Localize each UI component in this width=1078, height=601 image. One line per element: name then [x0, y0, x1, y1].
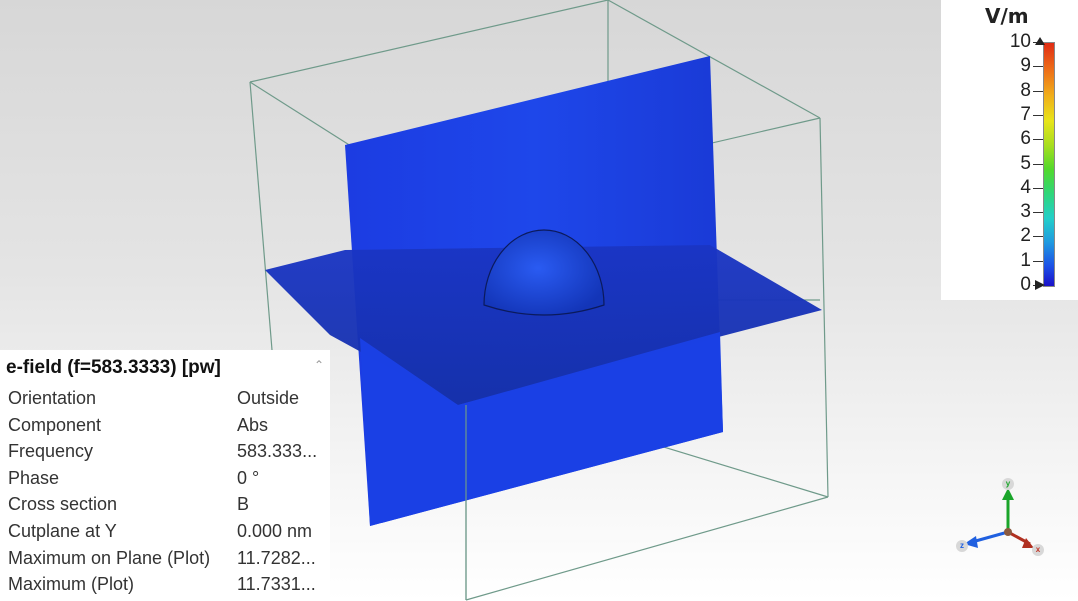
axis-label-y: y	[1002, 478, 1014, 490]
property-row: Phase 0 °	[0, 466, 330, 492]
legend-tick-label: 9	[1020, 55, 1031, 77]
legend-min-arrow-icon	[1035, 280, 1045, 290]
property-value: B	[237, 494, 250, 515]
legend-tick-mark	[1033, 163, 1043, 165]
legend-tick-mark	[1033, 260, 1043, 262]
property-value: Abs	[237, 414, 269, 435]
legend-max-arrow-icon	[1035, 37, 1045, 45]
property-key: Maximum (Plot)	[8, 574, 135, 595]
axis-label-x: x	[1032, 544, 1044, 556]
legend-tick-label: 2	[1020, 225, 1031, 247]
property-key: Maximum on Plane (Plot)	[8, 547, 211, 568]
property-row: Cross section B	[0, 492, 330, 518]
property-key: Component	[8, 414, 102, 435]
panel-title: e-field (f=583.3333) [pw]	[6, 357, 221, 378]
property-row: Frequency 583.333...	[0, 439, 330, 465]
property-key: Cutplane at Y	[8, 521, 117, 541]
property-row: Maximum on Plane (Plot) 11.7282...	[0, 546, 330, 572]
legend-tick-label: 0	[1020, 274, 1031, 295]
property-value: 11.7331...	[237, 574, 316, 595]
legend-tick-mark	[1033, 139, 1043, 141]
legend-tick-mark	[1033, 236, 1043, 238]
property-key: Cross section	[8, 494, 118, 515]
legend-tick-label: 5	[1020, 152, 1031, 174]
legend-tick-mark	[1033, 114, 1043, 116]
legend-tick-label: 4	[1020, 176, 1031, 198]
property-key: Phase	[8, 467, 60, 488]
property-row: Component Abs	[0, 413, 330, 439]
legend-tick-label: 1	[1020, 249, 1031, 271]
legend-tick-mark	[1033, 187, 1043, 189]
axes-triad[interactable]: y z x	[950, 470, 1050, 565]
property-key: Orientation	[8, 388, 97, 408]
property-value: 583.333...	[237, 441, 318, 462]
property-row: Cutplane at Y 0.000 nm	[0, 519, 330, 545]
legend-unit: V/m	[985, 4, 1029, 28]
legend-tick-label: 8	[1020, 79, 1031, 101]
color-legend: V/m 10 9 8 7 6 5 4 3 2 1 0	[941, 0, 1078, 300]
axis-label-z: z	[956, 540, 968, 552]
property-value: 11.7282...	[237, 547, 316, 568]
legend-tick-label: 7	[1020, 103, 1031, 125]
legend-tick-label: 10	[1009, 31, 1031, 52]
legend-tick-mark	[1033, 66, 1043, 68]
collapse-chevron-icon[interactable]: ⌃	[314, 358, 324, 372]
property-row: Orientation Outside	[0, 386, 330, 412]
property-value: 0 °	[237, 467, 260, 488]
legend-color-bar	[1043, 42, 1055, 287]
property-value: 0.000 nm	[237, 521, 313, 541]
legend-tick-label: 3	[1020, 201, 1031, 223]
property-value: Outside	[237, 388, 300, 408]
property-key: Frequency	[8, 441, 94, 462]
legend-tick-label: 6	[1020, 128, 1031, 150]
properties-panel: e-field (f=583.3333) [pw] ⌃ Orientation O…	[0, 350, 330, 601]
legend-tick-mark	[1033, 212, 1043, 214]
property-row: Maximum (Plot) 11.7331...	[0, 572, 330, 598]
legend-tick-mark	[1033, 90, 1043, 92]
